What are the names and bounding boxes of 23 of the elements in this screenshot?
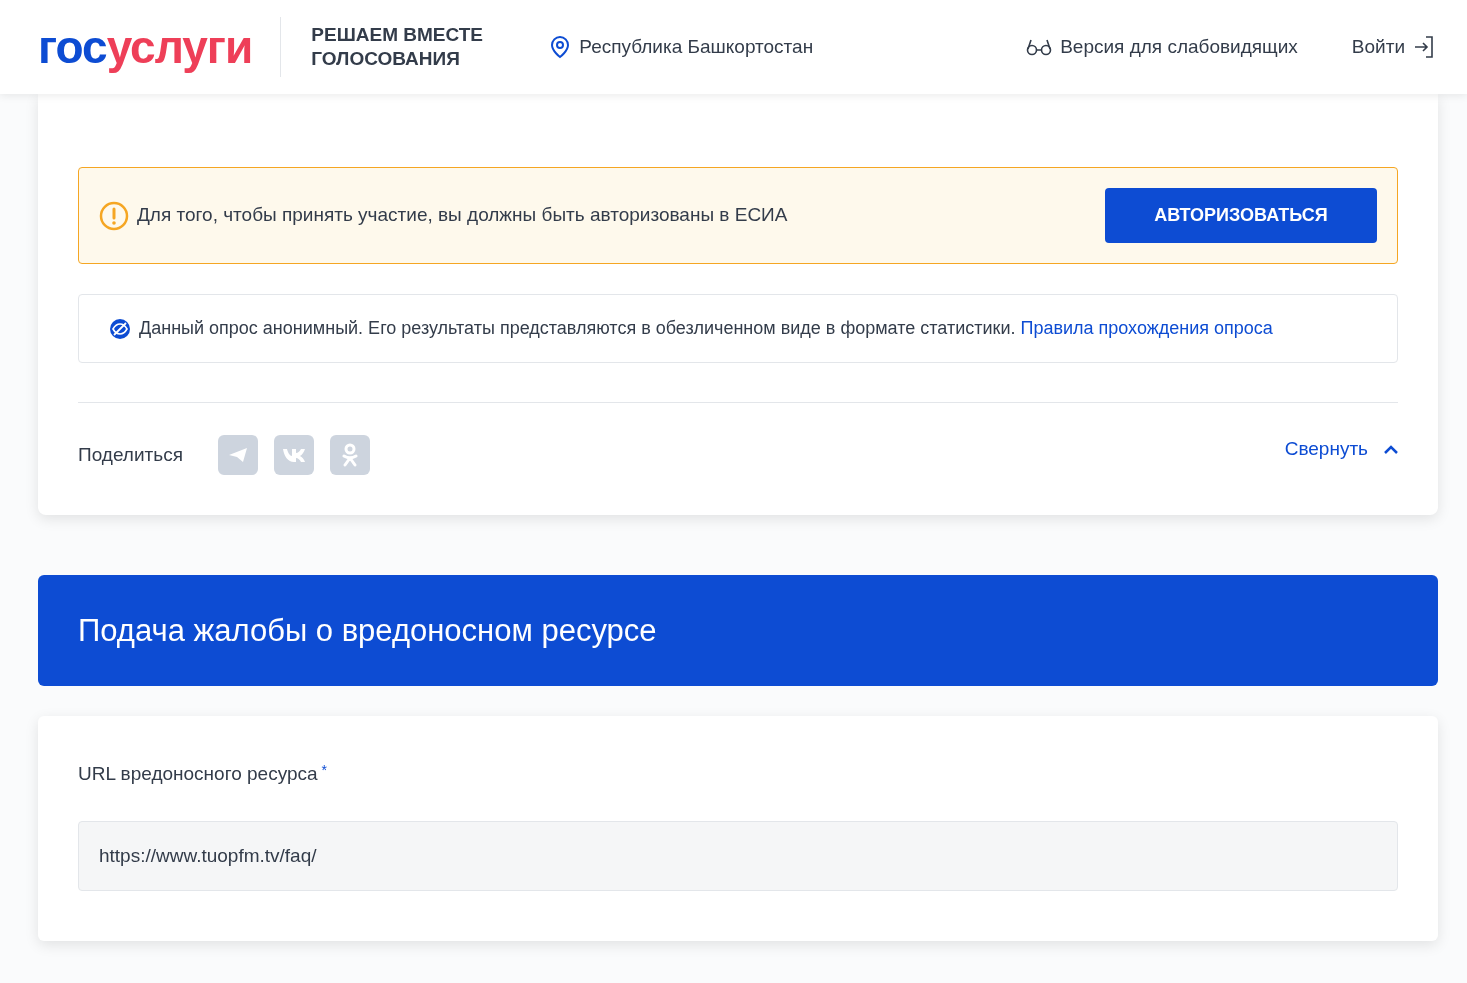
- section-title: Подача жалобы о вредоносном ресурсе: [78, 611, 657, 650]
- login-link[interactable]: Войти: [1351, 32, 1405, 62]
- required-mark: *: [321, 761, 328, 780]
- vk-share-icon[interactable]: [273, 435, 314, 475]
- chevron-up-icon: [1384, 444, 1398, 454]
- project-title: РЕШАЕМ ВМЕСТЕ ГОЛОСОВАНИЯ: [311, 23, 484, 71]
- login-icon: [1413, 35, 1435, 59]
- collapse-button[interactable]: Свернуть: [1284, 434, 1398, 464]
- url-input-field[interactable]: https://www.tuopfm.tv/faq/: [78, 820, 1398, 891]
- share-label: Поделиться: [78, 442, 183, 467]
- telegram-share-icon[interactable]: [217, 435, 258, 475]
- location-pin-icon: [549, 35, 572, 59]
- anonymous-note-text: Данный опрос анонимный. Его результаты представляются в обезличенном виде в формате статистики. Правила прохождения опроса: [139, 317, 1273, 340]
- poll-rules-link[interactable]: Правила прохождения опроса: [1020, 318, 1273, 338]
- warning-icon: [99, 200, 129, 231]
- accessibility-link[interactable]: Версия для слабовидящих: [1060, 32, 1298, 62]
- auth-alert-text: Для того, чтобы принять участие, вы должны быть авторизованы в ЕСИА: [137, 203, 788, 228]
- region-link[interactable]: Республика Башкортостан: [579, 32, 814, 62]
- glasses-icon: [1026, 38, 1053, 56]
- hidden-eye-icon: [109, 317, 131, 340]
- authorize-button[interactable]: АВТОРИЗОВАТЬСЯ: [1105, 188, 1377, 243]
- odnoklassniki-share-icon[interactable]: [329, 435, 370, 475]
- field-label: URL вредоносного ресурса: [78, 762, 318, 786]
